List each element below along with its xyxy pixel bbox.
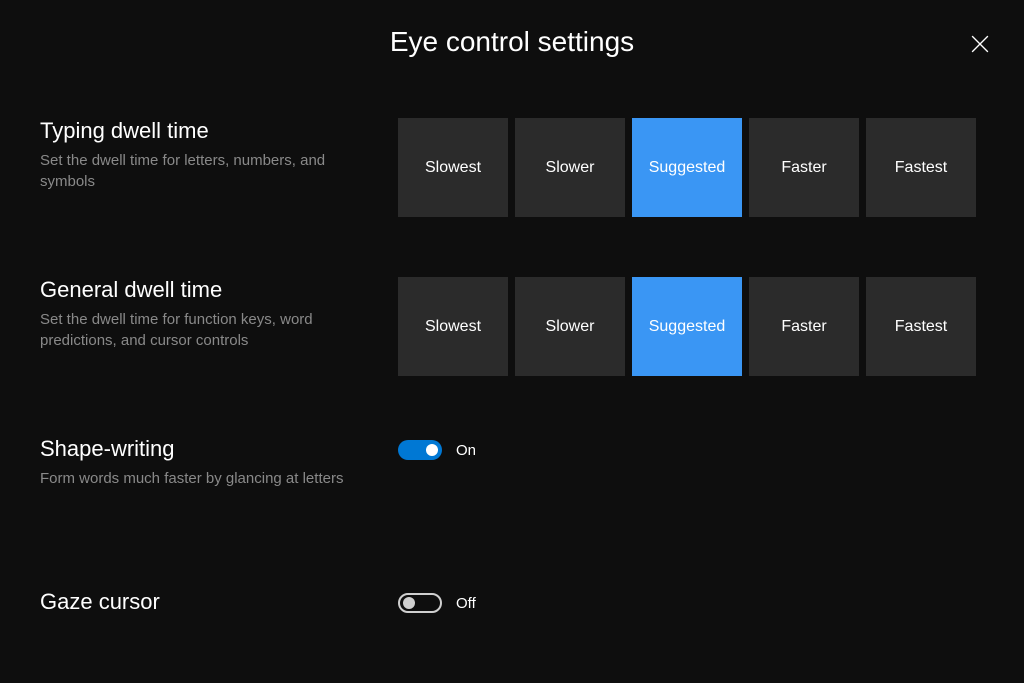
gaze-cursor-title: Gaze cursor	[40, 589, 378, 615]
option-button-slower[interactable]: Slower	[515, 277, 625, 376]
shape-writing-state-label: On	[456, 442, 476, 459]
setting-label: General dwell time Set the dwell time fo…	[40, 277, 398, 351]
general-dwell-title: General dwell time	[40, 277, 378, 303]
typing-dwell-desc: Set the dwell time for letters, numbers,…	[40, 150, 378, 192]
close-button[interactable]	[964, 28, 996, 60]
shape-writing-toggle[interactable]	[398, 440, 442, 460]
option-button-faster[interactable]: Faster	[749, 277, 859, 376]
general-dwell-options: SlowestSlowerSuggestedFasterFastest	[398, 277, 976, 376]
option-button-fastest[interactable]: Fastest	[866, 277, 976, 376]
setting-row-typing-dwell: Typing dwell time Set the dwell time for…	[40, 118, 984, 217]
close-icon	[971, 35, 989, 53]
gaze-cursor-toggle[interactable]	[398, 593, 442, 613]
typing-dwell-title: Typing dwell time	[40, 118, 378, 144]
option-button-fastest[interactable]: Fastest	[866, 118, 976, 217]
content: Typing dwell time Set the dwell time for…	[0, 58, 1024, 621]
option-button-slowest[interactable]: Slowest	[398, 118, 508, 217]
page-title: Eye control settings	[0, 26, 1024, 58]
option-button-faster[interactable]: Faster	[749, 118, 859, 217]
setting-label: Gaze cursor	[40, 589, 398, 621]
setting-label: Shape-writing Form words much faster by …	[40, 436, 398, 489]
toggle-knob	[426, 444, 438, 456]
setting-row-gaze-cursor: Gaze cursor Off	[40, 589, 984, 621]
toggle-knob	[403, 597, 415, 609]
option-button-slowest[interactable]: Slowest	[398, 277, 508, 376]
option-button-slower[interactable]: Slower	[515, 118, 625, 217]
shape-writing-toggle-wrap: On	[398, 436, 476, 460]
general-dwell-desc: Set the dwell time for function keys, wo…	[40, 309, 378, 351]
header: Eye control settings	[0, 0, 1024, 58]
option-button-suggested[interactable]: Suggested	[632, 277, 742, 376]
setting-label: Typing dwell time Set the dwell time for…	[40, 118, 398, 192]
option-button-suggested[interactable]: Suggested	[632, 118, 742, 217]
setting-row-shape-writing: Shape-writing Form words much faster by …	[40, 436, 984, 489]
gaze-cursor-toggle-wrap: Off	[398, 589, 476, 613]
gaze-cursor-state-label: Off	[456, 595, 476, 612]
typing-dwell-options: SlowestSlowerSuggestedFasterFastest	[398, 118, 976, 217]
shape-writing-desc: Form words much faster by glancing at le…	[40, 468, 378, 489]
shape-writing-title: Shape-writing	[40, 436, 378, 462]
setting-row-general-dwell: General dwell time Set the dwell time fo…	[40, 277, 984, 376]
